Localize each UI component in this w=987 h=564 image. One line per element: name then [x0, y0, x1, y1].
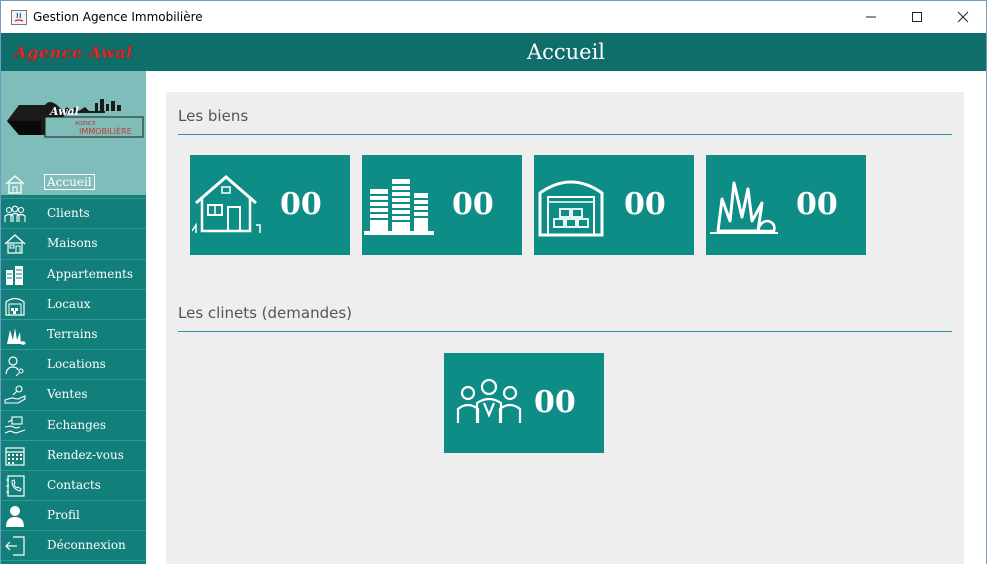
- sidebar-item-label: Clients: [47, 206, 90, 221]
- maisons-count: 00: [280, 187, 322, 222]
- sidebar-item-terrains[interactable]: Terrains: [1, 320, 146, 351]
- sidebar-item-label: Ventes: [47, 387, 88, 402]
- sidebar-item-locaux[interactable]: Locaux: [1, 290, 146, 320]
- logo-main-text: IMMOBILIÈRE: [79, 125, 132, 136]
- terrains-count-card[interactable]: 00: [706, 155, 866, 255]
- calendar-icon: [4, 445, 26, 467]
- clients-count: 00: [534, 385, 576, 420]
- sidebar-item-label: Echanges: [47, 417, 107, 432]
- sidebar-item-label: Rendez-vous: [47, 447, 124, 462]
- main-content: Les biens 00 00 00 00 Les clinets (deman…: [146, 71, 986, 564]
- buildings-icon: [4, 264, 26, 286]
- plant-icon: [4, 324, 26, 346]
- sidebar-item-accueil[interactable]: Accueil: [1, 169, 146, 200]
- dashboard-panel: Les biens 00 00 00 00 Les clinets (deman…: [166, 92, 964, 564]
- sidebar-item-label: Locations: [47, 357, 106, 372]
- phonebook-icon: [4, 475, 26, 497]
- sidebar-item-locations[interactable]: Locations: [1, 350, 146, 381]
- appartements-count-card[interactable]: 00: [362, 155, 522, 255]
- maisons-count-card[interactable]: 00: [190, 155, 350, 255]
- biens-section-title: Les biens: [178, 107, 249, 125]
- sidebar-item-echanges[interactable]: Echanges: [1, 411, 146, 441]
- terrains-count: 00: [796, 187, 838, 222]
- java-app-icon: [11, 10, 27, 25]
- sidebar-item-label: Profil: [47, 508, 80, 523]
- warehouse-icon: [536, 173, 606, 241]
- user-icon: [4, 505, 26, 528]
- renter-icon: [4, 354, 26, 377]
- sidebar-item-profil[interactable]: Profil: [1, 501, 146, 532]
- close-icon: [957, 11, 969, 23]
- clients-section-title: Les clinets (demandes): [178, 304, 353, 322]
- clients-count-card[interactable]: 00: [444, 353, 604, 453]
- sidebar-item-clients[interactable]: Clients: [1, 199, 146, 230]
- agency-logo: Awal AGENCE IMMOBILIÈRE: [7, 99, 144, 138]
- app-window: Gestion Agence Immobilière Agence Awal A…: [0, 0, 987, 564]
- maximize-icon: [912, 12, 922, 22]
- exchange-icon: [4, 415, 26, 437]
- minimize-button[interactable]: [848, 1, 894, 33]
- people-icon: [454, 375, 524, 435]
- sidebar-item-rendez-vous[interactable]: Rendez-vous: [1, 441, 146, 471]
- sale-icon: [4, 384, 26, 406]
- maximize-button[interactable]: [894, 1, 940, 33]
- sidebar-item-deconnexion[interactable]: Déconnexion: [1, 531, 146, 562]
- sidebar-item-label: Déconnexion: [47, 538, 126, 553]
- clients-section-divider: [178, 331, 952, 332]
- sidebar-item-contacts[interactable]: Contacts: [1, 471, 146, 502]
- sidebar: Agence Awal Awal AGENCE IMMOBILIÈRE Accu…: [1, 33, 146, 564]
- house-icon: [4, 233, 26, 255]
- home-icon: [4, 173, 26, 195]
- appartements-count: 00: [452, 187, 494, 222]
- sidebar-item-label: Appartements: [47, 266, 134, 281]
- sidebar-item-label: Maisons: [47, 236, 98, 251]
- minimize-icon: [866, 16, 876, 18]
- close-button[interactable]: [940, 1, 986, 33]
- buildings-icon: [364, 173, 434, 241]
- sidebar-item-label: Locaux: [47, 296, 91, 311]
- sidebar-item-label: Terrains: [47, 326, 98, 341]
- sidebar-item-label: Contacts: [47, 477, 101, 492]
- sidebar-item-maisons[interactable]: Maisons: [1, 229, 146, 260]
- house-icon: [191, 173, 262, 241]
- logo-top-text: Awal: [49, 105, 79, 118]
- brand-bar: Agence Awal: [1, 33, 146, 71]
- warehouse-icon: [4, 294, 26, 316]
- biens-section-divider: [178, 134, 952, 135]
- locaux-count-card[interactable]: 00: [534, 155, 694, 255]
- brand-name: Agence Awal: [14, 42, 133, 62]
- sidebar-item-ventes[interactable]: Ventes: [1, 380, 146, 411]
- sidebar-item-appartements[interactable]: Appartements: [1, 260, 146, 290]
- window-title: Gestion Agence Immobilière: [33, 10, 203, 24]
- sidebar-menu: Accueil Clients Maisons Appartements Loc…: [1, 169, 146, 562]
- locaux-count: 00: [624, 187, 666, 222]
- title-bar: Gestion Agence Immobilière: [1, 1, 986, 33]
- page-header: Accueil: [146, 33, 986, 71]
- sidebar-item-label: Accueil: [44, 174, 95, 190]
- plant-icon: [708, 173, 778, 241]
- logout-icon: [4, 535, 26, 557]
- people-icon: [4, 203, 26, 225]
- page-title: Accueil: [526, 40, 606, 64]
